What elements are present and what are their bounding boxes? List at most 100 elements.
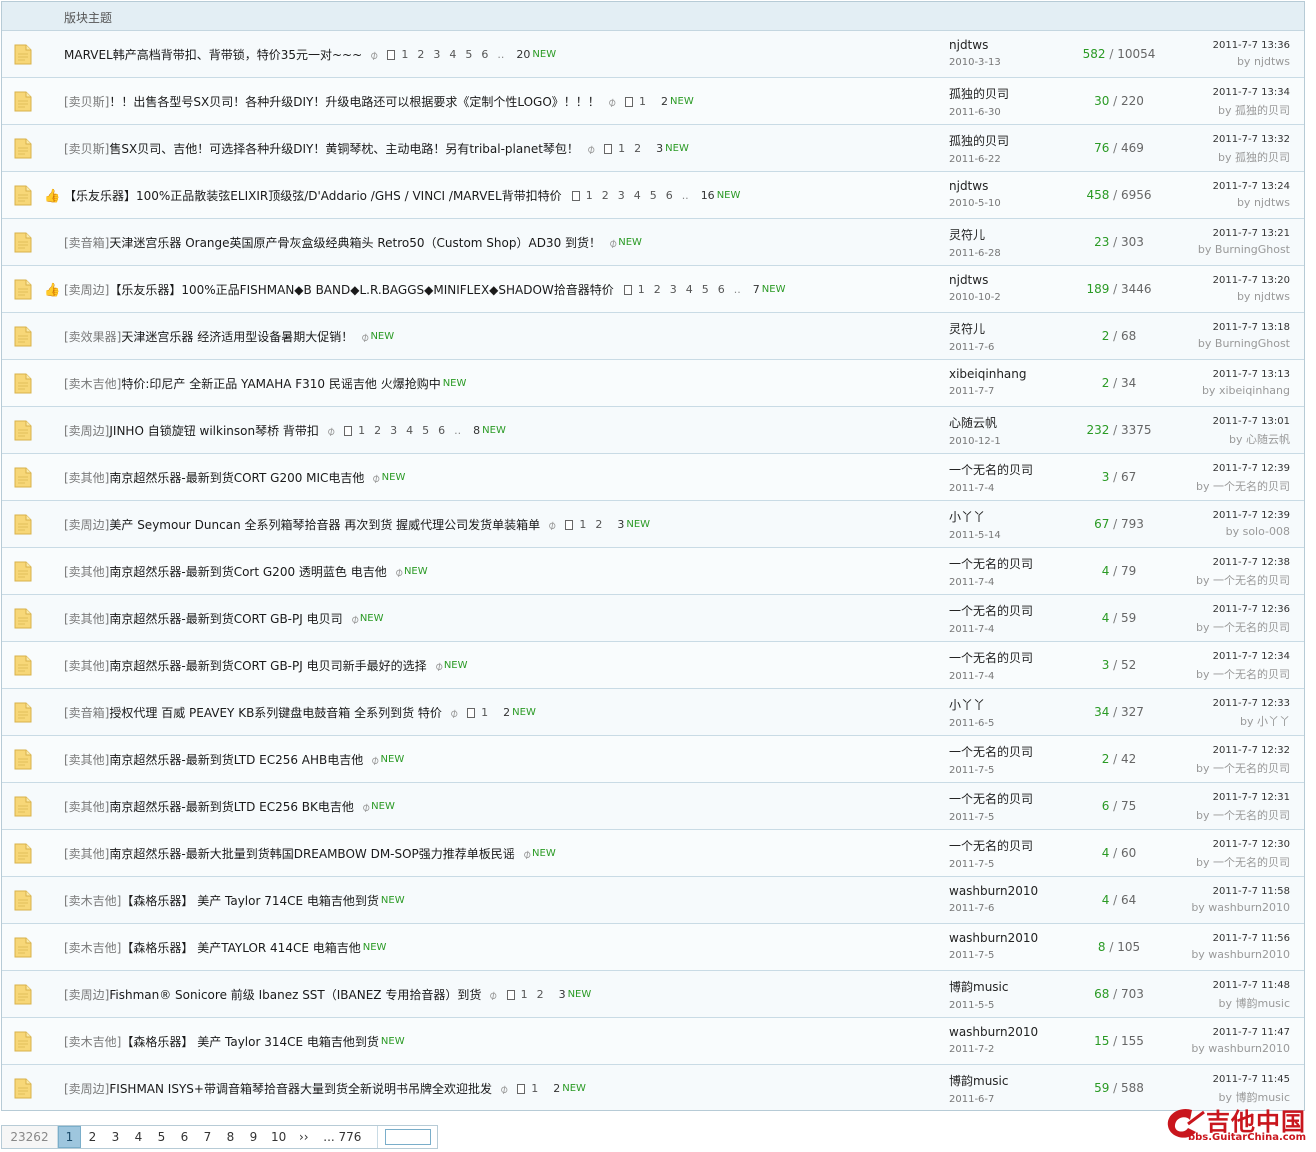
page-link[interactable]: 8 [219, 1126, 242, 1148]
author-name[interactable]: njdtws [949, 273, 1001, 287]
last-post-time[interactable]: 2011-7-7 11:58 [1191, 886, 1290, 897]
topic-page-link[interactable]: 6 [718, 283, 725, 296]
topic-title-link[interactable]: ！！出售各型号SX贝司！各种升级DIY！升级电路还可以根据要求《定制个性LOGO… [109, 93, 599, 110]
author-name[interactable]: 一个无名的贝司 [949, 790, 1033, 807]
topic-page-link[interactable]: 6 [438, 424, 445, 437]
last-post-author[interactable]: by 孤独的贝司 [1213, 149, 1290, 165]
page-last-button[interactable]: ... 776 [315, 1126, 369, 1148]
page-current[interactable]: 1 [58, 1126, 81, 1148]
page-link[interactable]: 3 [104, 1126, 127, 1148]
page-link[interactable]: 4 [127, 1126, 150, 1148]
topic-category[interactable]: [卖贝斯] [64, 140, 109, 157]
last-post-time[interactable]: 2011-7-7 11:48 [1213, 980, 1290, 991]
topic-page-link[interactable]: 2 [374, 424, 381, 437]
topic-doc-icon[interactable] [14, 467, 32, 488]
last-post-time[interactable]: 2011-7-7 13:21 [1198, 228, 1290, 239]
author-name[interactable]: 小丫丫 [949, 508, 1001, 525]
topic-page-link[interactable]: 3 [618, 189, 625, 202]
author-name[interactable]: 一个无名的贝司 [949, 743, 1033, 760]
last-post-time[interactable]: 2011-7-7 13:32 [1213, 134, 1290, 145]
last-post-author[interactable]: by BurningGhost [1198, 337, 1290, 350]
topic-category[interactable]: [卖效果器] [64, 328, 121, 345]
author-name[interactable]: 孤独的贝司 [949, 132, 1009, 149]
topic-doc-icon[interactable] [14, 655, 32, 676]
author-name[interactable]: 博韵music [949, 978, 1008, 995]
author-name[interactable]: 一个无名的贝司 [949, 461, 1033, 478]
author-name[interactable]: njdtws [949, 38, 1001, 52]
topic-page-link[interactable]: 1 [481, 706, 488, 719]
topic-category[interactable]: [卖其他] [64, 563, 109, 580]
topic-doc-icon[interactable] [14, 185, 32, 206]
last-post-author[interactable]: by 一个无名的贝司 [1196, 760, 1290, 776]
topic-category[interactable]: [卖其他] [64, 657, 109, 674]
topic-doc-icon[interactable] [14, 420, 32, 441]
topic-page-link[interactable]: 1 [586, 189, 593, 202]
page-link[interactable]: 10 [265, 1126, 292, 1148]
author-name[interactable]: 一个无名的贝司 [949, 602, 1033, 619]
page-link[interactable]: 7 [196, 1126, 219, 1148]
last-post-author[interactable]: by 一个无名的贝司 [1196, 572, 1290, 588]
author-name[interactable]: washburn2010 [949, 1025, 1038, 1039]
topic-title-link[interactable]: MARVEL韩产高档背带扣、背带锁，特价35元一对~~~ [64, 46, 362, 63]
last-post-author[interactable]: by 小丫丫 [1213, 713, 1290, 729]
last-post-time[interactable]: 2011-7-7 11:45 [1213, 1074, 1290, 1085]
author-name[interactable]: washburn2010 [949, 884, 1038, 898]
topic-page-link[interactable]: 1 [401, 48, 408, 61]
last-post-author[interactable]: by 一个无名的贝司 [1196, 619, 1290, 635]
topic-category[interactable]: [卖周边] [64, 281, 109, 298]
topic-title-link[interactable]: 南京超然乐器-最新大批量到货韩国DREAMBOW DM-SOP强力推荐单板民谣 [109, 845, 514, 862]
last-post-author[interactable]: by 一个无名的贝司 [1196, 807, 1290, 823]
last-post-author[interactable]: by washburn2010 [1191, 948, 1290, 961]
topic-page-link[interactable]: 3 [390, 424, 397, 437]
author-name[interactable]: njdtws [949, 179, 1001, 193]
author-name[interactable]: xibeiqinhang [949, 367, 1027, 381]
topic-page-link[interactable]: 2 [417, 48, 424, 61]
page-link[interactable]: 2 [81, 1126, 104, 1148]
topic-doc-icon[interactable] [14, 561, 32, 582]
last-post-time[interactable]: 2011-7-7 11:47 [1191, 1027, 1290, 1038]
topic-title-link[interactable]: 南京超然乐器-最新到货CORT G200 MIC电吉他 [109, 469, 364, 486]
topic-doc-icon[interactable] [14, 232, 32, 253]
topic-title-link[interactable]: 天津迷宫乐器 Orange英国原产骨灰盒级经典箱头 Retro50（Custom… [109, 234, 601, 251]
topic-doc-icon[interactable] [14, 984, 32, 1005]
last-post-author[interactable]: by 一个无名的贝司 [1196, 854, 1290, 870]
topic-doc-icon[interactable] [14, 1078, 32, 1099]
topic-page-link[interactable]: 5 [650, 189, 657, 202]
last-post-author[interactable]: by 一个无名的贝司 [1196, 666, 1290, 682]
topic-page-link[interactable]: 3 [433, 48, 440, 61]
topic-title-link[interactable]: 南京超然乐器-最新到货Cort G200 透明蓝色 电吉他 [109, 563, 386, 580]
topic-title-link[interactable]: 【森格乐器】 美产TAYLOR 414CE 电箱吉他 [121, 939, 360, 956]
topic-category[interactable]: [卖贝斯] [64, 93, 109, 110]
topic-doc-icon[interactable] [14, 373, 32, 394]
author-name[interactable]: 一个无名的贝司 [949, 555, 1033, 572]
topic-title-link[interactable]: 美产 Seymour Duncan 全系列箱琴拾音器 再次到货 握威代理公司发货… [109, 516, 540, 533]
page-jump-input[interactable] [384, 1129, 431, 1145]
topic-page-link[interactable]: 6 [481, 48, 488, 61]
topic-page-link[interactable]: 2 [634, 142, 641, 155]
topic-doc-icon[interactable] [14, 91, 32, 112]
topic-page-link[interactable]: 5 [422, 424, 429, 437]
topic-doc-icon[interactable] [14, 702, 32, 723]
author-name[interactable]: 一个无名的贝司 [949, 649, 1033, 666]
last-post-time[interactable]: 2011-7-7 12:39 [1196, 463, 1290, 474]
topic-doc-icon[interactable] [14, 279, 32, 300]
topic-category[interactable]: [卖其他] [64, 845, 109, 862]
last-post-author[interactable]: by solo-008 [1213, 525, 1290, 538]
topic-page-link[interactable]: 2 [537, 988, 544, 1001]
last-post-time[interactable]: 2011-7-7 13:18 [1198, 322, 1290, 333]
topic-category[interactable]: [卖木吉他] [64, 375, 121, 392]
topic-page-link[interactable]: 1 [579, 518, 586, 531]
last-post-time[interactable]: 2011-7-7 13:13 [1202, 369, 1290, 380]
last-post-time[interactable]: 2011-7-7 11:56 [1191, 933, 1290, 944]
topic-title-link[interactable]: 特价:印尼产 全新正品 YAMAHA F310 民谣吉他 火爆抢购中 [121, 375, 440, 392]
topic-page-link[interactable]: 5 [465, 48, 472, 61]
author-name[interactable]: 博韵music [949, 1072, 1008, 1089]
last-post-time[interactable]: 2011-7-7 12:31 [1196, 792, 1290, 803]
page-link[interactable]: 5 [150, 1126, 173, 1148]
topic-doc-icon[interactable] [14, 843, 32, 864]
topic-page-link[interactable]: 6 [666, 189, 673, 202]
topic-title-link[interactable]: 南京超然乐器-最新到货CORT GB-PJ 电贝司 [109, 610, 342, 627]
topic-page-link[interactable]: 1 [639, 95, 646, 108]
topic-category[interactable]: [卖周边] [64, 516, 109, 533]
topic-category[interactable]: [卖周边] [64, 1080, 109, 1097]
